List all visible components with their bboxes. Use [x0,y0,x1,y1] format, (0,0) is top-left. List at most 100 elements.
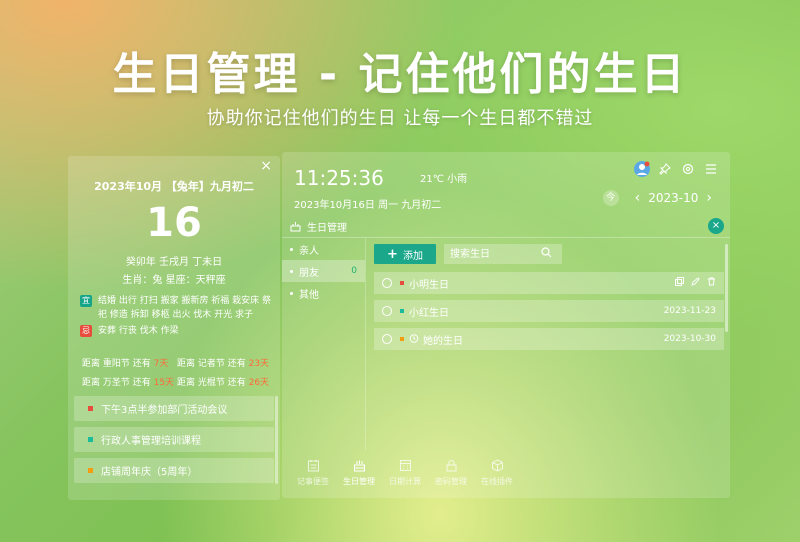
birthday-item[interactable]: 她的生日 2023-10-30 [374,328,724,350]
cake-icon [290,221,301,232]
memo-text: 行政人事管理培训课程 [101,436,201,447]
calendar-ji: 忌 安葬 行丧 伐木 作梁 [80,324,274,338]
countdown-item: 距离 记者节 还有 23天 [177,359,270,369]
birthday-color-dot [400,337,404,341]
birthday-checkbox[interactable] [382,278,392,288]
month-nav: 今 ‹ 2023-10 › [602,190,720,206]
countdown-item: 距离 光棍节 还有 26天 [177,378,270,388]
add-birthday-button[interactable]: + 添加 [374,244,436,264]
yi-text: 结婚 出行 打扫 搬家 搬新房 祈福 栽安床 祭祀 修造 拆卸 移柩 出火 伐木… [98,296,272,320]
tab-label: 在线插件 [481,477,513,486]
group-label: 亲人 [299,245,319,257]
birthday-checkbox[interactable] [382,306,392,316]
yi-badge: 宜 [80,295,92,307]
memo-item[interactable]: 下午3点半参加部门活动会议 [74,396,274,421]
next-month-button[interactable]: › [706,190,712,206]
tab-plugins[interactable]: 在线插件 [474,458,520,487]
calendar-panel: × 2023年10月 【兔年】九月初二 16 癸卯年 壬戌月 丁未日 生肖：兔 … [68,156,280,500]
lock-icon [444,458,458,472]
tab-label: 日期计算 [389,477,421,486]
memo-text: 下午3点半参加部门活动会议 [101,405,228,416]
birthday-date: 2023-11-23 [663,306,716,316]
clock-time: 11:25:36 [294,166,384,190]
tab-label: 生日管理 [343,477,375,486]
memo-item[interactable]: 行政人事管理培训课程 [74,427,274,452]
group-bullet [290,269,293,273]
calendar-day: 16 [146,200,202,246]
calendar-zodiac: 生肖：兔 星座：天秤座 [122,275,226,286]
main-panel: 11:25:36 21℃ 小雨 2023年10月16日 周一 九月初二 今 ‹ … [282,152,730,498]
birthday-name: 小红生日 [409,307,449,319]
tab-birthday[interactable]: 生日管理 [336,458,382,487]
birthday-actions [668,277,716,289]
memo-color-dot [88,406,93,411]
tab-date-calc[interactable]: 日期计算 [382,458,428,487]
menu-icon[interactable] [702,160,720,178]
search-icon[interactable] [541,247,552,261]
tab-label: 密码管理 [435,477,467,486]
notes-icon [306,458,320,472]
add-label: 添加 [402,250,423,262]
group-label: 其他 [299,289,319,301]
cake-icon [352,458,366,472]
prev-month-button[interactable]: ‹ [635,190,641,206]
countdown-item: 距离 重阳节 还有 7天 [82,359,169,369]
pin-icon[interactable] [656,160,674,178]
calendar-date-header: 2023年10月 【兔年】九月初二 [94,180,254,193]
calendar-ganzhi: 癸卯年 壬戌月 丁未日 [125,257,223,268]
festival-countdown: 距离 重阳节 还有 7天 距离 记者节 还有 23天 距离 万圣节 还有 15天… [82,356,272,394]
weather: 21℃ 小雨 [420,174,468,185]
calendar-close-icon[interactable]: × [260,158,272,174]
birthday-date: 2023-10-30 [663,334,716,344]
group-item-friends[interactable]: 朋友 0 [282,260,365,282]
cube-icon [490,458,504,472]
full-date: 2023年10月16日 周一 九月初二 [294,200,442,211]
list-scrollbar[interactable] [725,244,728,332]
birthday-name: 小明生日 [409,279,449,291]
today-button[interactable]: 今 [602,190,619,206]
group-list: 亲人 朋友 0 其他 [282,238,366,450]
alarm-icon [409,333,419,346]
memo-scrollbar[interactable] [275,396,278,484]
birthday-color-dot [400,309,404,313]
avatar-icon[interactable] [633,160,651,178]
birthday-color-dot [400,281,404,285]
group-item-others[interactable]: 其他 [282,282,365,304]
edit-icon[interactable] [691,277,700,289]
module-bar: 生日管理 × [282,216,730,238]
hero-subtitle: 协助你记住他们的生日 让每一个生日都不错过 [206,108,594,129]
memo-text: 店铺周年庆（5周年） [101,467,198,478]
hero-title: 生日管理 - 记住他们的生日 [112,49,688,100]
tab-password[interactable]: 密码管理 [428,458,474,487]
ji-text: 安葬 行丧 伐木 作梁 [98,326,179,336]
group-count: 0 [351,266,357,276]
tab-label: 记事便签 [297,477,329,486]
current-month: 2023-10 [648,191,699,205]
group-item-relatives[interactable]: 亲人 [282,238,365,260]
bottom-tabs: 记事便签 生日管理 日期计算 密码管理 在线插件 [290,458,520,487]
birthday-content: + 添加 小明生日 [374,244,728,448]
birthday-checkbox[interactable] [382,334,392,344]
calendar-yi: 宜 结婚 出行 打扫 搬家 搬新房 祈福 栽安床 祭祀 修造 拆卸 移柩 出火 … [80,294,274,322]
ji-badge: 忌 [80,325,92,337]
memo-color-dot [88,437,93,442]
copy-icon[interactable] [675,277,684,289]
group-bullet [290,291,293,295]
calculator-icon [398,458,412,472]
group-bullet [290,247,293,251]
settings-icon[interactable] [679,160,697,178]
birthday-list: 小明生日 小红生日 2023-11-23 她的生日 2023-10-30 [374,272,724,356]
module-title: 生日管理 [307,223,347,234]
module-close-button[interactable]: × [708,218,724,234]
countdown-item: 距离 万圣节 还有 15天 [82,378,175,388]
memo-color-dot [88,468,93,473]
memo-list: 下午3点半参加部门活动会议 行政人事管理培训课程 店铺周年庆（5周年） [74,396,274,489]
memo-item[interactable]: 店铺周年庆（5周年） [74,458,274,483]
delete-icon[interactable] [707,277,716,289]
header-icons [628,160,720,178]
birthday-item[interactable]: 小红生日 2023-11-23 [374,300,724,322]
group-label: 朋友 [299,267,319,279]
plus-icon: + [387,246,398,262]
tab-notes[interactable]: 记事便签 [290,458,336,487]
birthday-item[interactable]: 小明生日 [374,272,724,294]
